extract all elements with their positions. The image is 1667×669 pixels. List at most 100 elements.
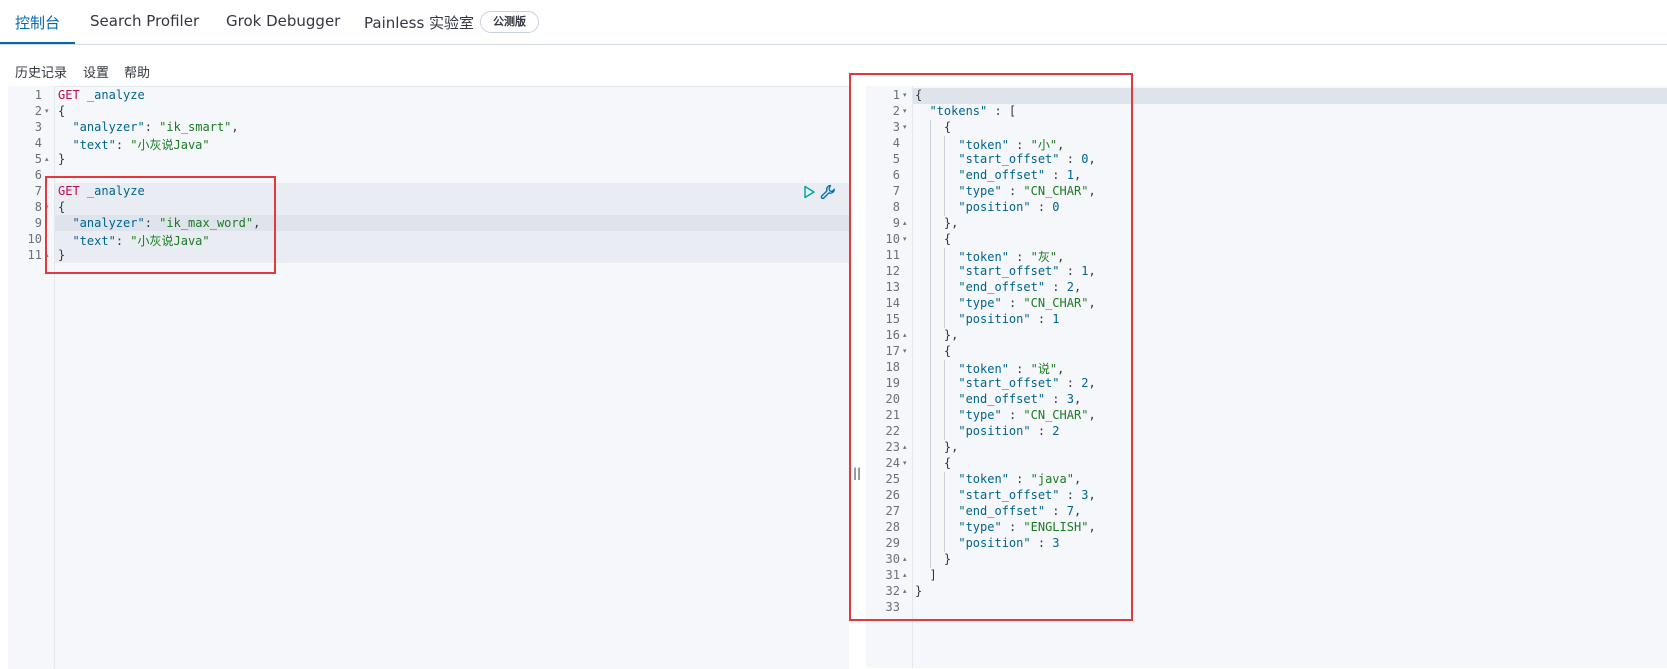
code-line[interactable]: "start_offset" : 1, (915, 264, 1095, 278)
code-line[interactable]: "end_offset" : 3, (915, 392, 1081, 406)
line-number: 3 (34, 120, 42, 134)
fold-open-icon[interactable]: ▾ (903, 91, 907, 99)
code-line[interactable]: "position" : 1 (915, 312, 1059, 326)
code-token: "text" (72, 138, 116, 152)
code-line[interactable]: GET _analyze (58, 88, 145, 102)
code-line[interactable]: "type" : "CN_CHAR", (915, 184, 1095, 198)
fold-close-icon[interactable]: ▴ (903, 571, 907, 579)
code-line[interactable]: { (58, 104, 65, 118)
code-token: "end_offset" (958, 168, 1046, 182)
code-line[interactable]: { (915, 232, 951, 246)
fold-close-icon[interactable]: ▴ (903, 443, 907, 451)
code-token: "token" (958, 472, 1009, 486)
fold-close-icon[interactable]: ▴ (903, 587, 907, 595)
fold-open-icon[interactable]: ▾ (903, 235, 907, 243)
fold-close-icon[interactable]: ▴ (903, 555, 907, 563)
tab-console[interactable]: 控制台 (15, 12, 60, 33)
fold-close-icon[interactable]: ▴ (45, 155, 49, 163)
code-line[interactable]: } (58, 248, 65, 262)
fold-open-icon[interactable]: ▾ (903, 123, 907, 131)
code-line[interactable]: { (58, 200, 65, 214)
code-line[interactable]: { (915, 344, 951, 358)
tab-search-profiler[interactable]: Search Profiler (90, 12, 199, 30)
code-line[interactable]: "type" : "CN_CHAR", (915, 408, 1096, 422)
code-line[interactable]: "start_offset" : 0, (915, 152, 1096, 166)
code-line[interactable]: "analyzer": "ik_max_word", (58, 216, 260, 230)
code-line[interactable]: { (915, 88, 922, 102)
code-line[interactable]: }, (915, 216, 958, 230)
code-line[interactable]: "analyzer": "ik_smart", (58, 120, 238, 134)
fold-open-icon[interactable]: ▾ (45, 203, 49, 211)
fold-open-icon[interactable]: ▾ (45, 107, 49, 115)
code-token: "说" (1030, 362, 1058, 376)
code-line[interactable]: "position" : 3 (915, 536, 1059, 550)
fold-open-icon[interactable]: ▾ (903, 347, 907, 355)
settings-link[interactable]: 设置 (83, 62, 109, 81)
code-token: 2 (1066, 280, 1074, 294)
line-number: 28 (885, 520, 900, 534)
code-line[interactable]: "position" : 0 (915, 200, 1059, 214)
help-link[interactable]: 帮助 (124, 62, 150, 81)
fold-close-icon[interactable]: ▴ (903, 331, 907, 339)
code-token: _analyze (86, 88, 145, 102)
code-line[interactable]: "token" : "灰", (915, 248, 1064, 265)
play-icon[interactable] (801, 184, 817, 200)
code-line[interactable]: "type" : "CN_CHAR", (915, 296, 1095, 310)
code-token: "ik_smart" (159, 120, 232, 134)
response-active-line (866, 88, 1667, 104)
code-token: "ENGLISH" (1023, 520, 1089, 534)
code-line[interactable]: "text": "小灰说Java" (58, 232, 209, 249)
code-token: "analyzer" (72, 120, 145, 134)
code-line[interactable]: "end_offset" : 2, (915, 280, 1081, 294)
fold-close-icon[interactable]: ▴ (903, 219, 907, 227)
code-line[interactable]: "start_offset" : 3, (915, 488, 1095, 502)
code-line[interactable]: "start_offset" : 2, (915, 376, 1095, 390)
code-line[interactable]: "token" : "java", (915, 472, 1081, 486)
request-editor[interactable] (8, 86, 849, 669)
code-line[interactable]: "end_offset" : 1, (915, 168, 1081, 182)
tab-grok-debugger[interactable]: Grok Debugger (226, 12, 340, 30)
code-token: : (1008, 138, 1031, 152)
resize-handle-icon[interactable]: || (853, 466, 861, 480)
fold-open-icon[interactable]: ▾ (903, 107, 907, 115)
code-line[interactable]: "type" : "ENGLISH", (915, 520, 1095, 534)
code-token: : (115, 234, 131, 248)
line-number: 26 (885, 488, 900, 502)
code-line[interactable]: "token" : "说", (915, 360, 1064, 377)
code-line[interactable]: "text": "小灰说Java" (58, 136, 209, 153)
code-token: "position" (958, 424, 1031, 438)
code-line[interactable]: { (915, 120, 951, 134)
line-number: 8 (892, 200, 900, 214)
code-line[interactable]: { (915, 456, 951, 470)
code-token: : (1008, 250, 1031, 264)
code-token: : (1030, 424, 1053, 438)
fold-close-icon[interactable]: ▴ (45, 251, 49, 259)
code-line[interactable]: "tokens" : [ (915, 104, 1016, 118)
code-token: ] (915, 568, 937, 582)
code-line[interactable]: } (915, 552, 951, 566)
code-line[interactable]: "position" : 2 (915, 424, 1059, 438)
code-line[interactable]: } (915, 584, 922, 598)
code-line[interactable]: "token" : "小", (915, 136, 1064, 153)
code-line[interactable]: GET _analyze (58, 184, 145, 198)
code-line[interactable]: ] (915, 568, 937, 582)
wrench-icon[interactable] (820, 184, 836, 200)
history-link[interactable]: 历史记录 (15, 62, 67, 81)
line-number: 24 (885, 456, 900, 470)
code-token: , (1088, 408, 1096, 422)
fold-open-icon[interactable]: ▾ (903, 459, 907, 467)
tab-painless-lab[interactable]: Painless 实验室 (364, 12, 474, 33)
code-line[interactable]: }, (915, 328, 958, 342)
code-token: _analyze (86, 184, 145, 198)
code-line[interactable]: }, (915, 440, 958, 454)
code-line[interactable]: } (58, 152, 65, 166)
code-token: }, (915, 440, 959, 454)
code-line[interactable]: "end_offset" : 7, (915, 504, 1081, 518)
code-token: , (1088, 152, 1096, 166)
